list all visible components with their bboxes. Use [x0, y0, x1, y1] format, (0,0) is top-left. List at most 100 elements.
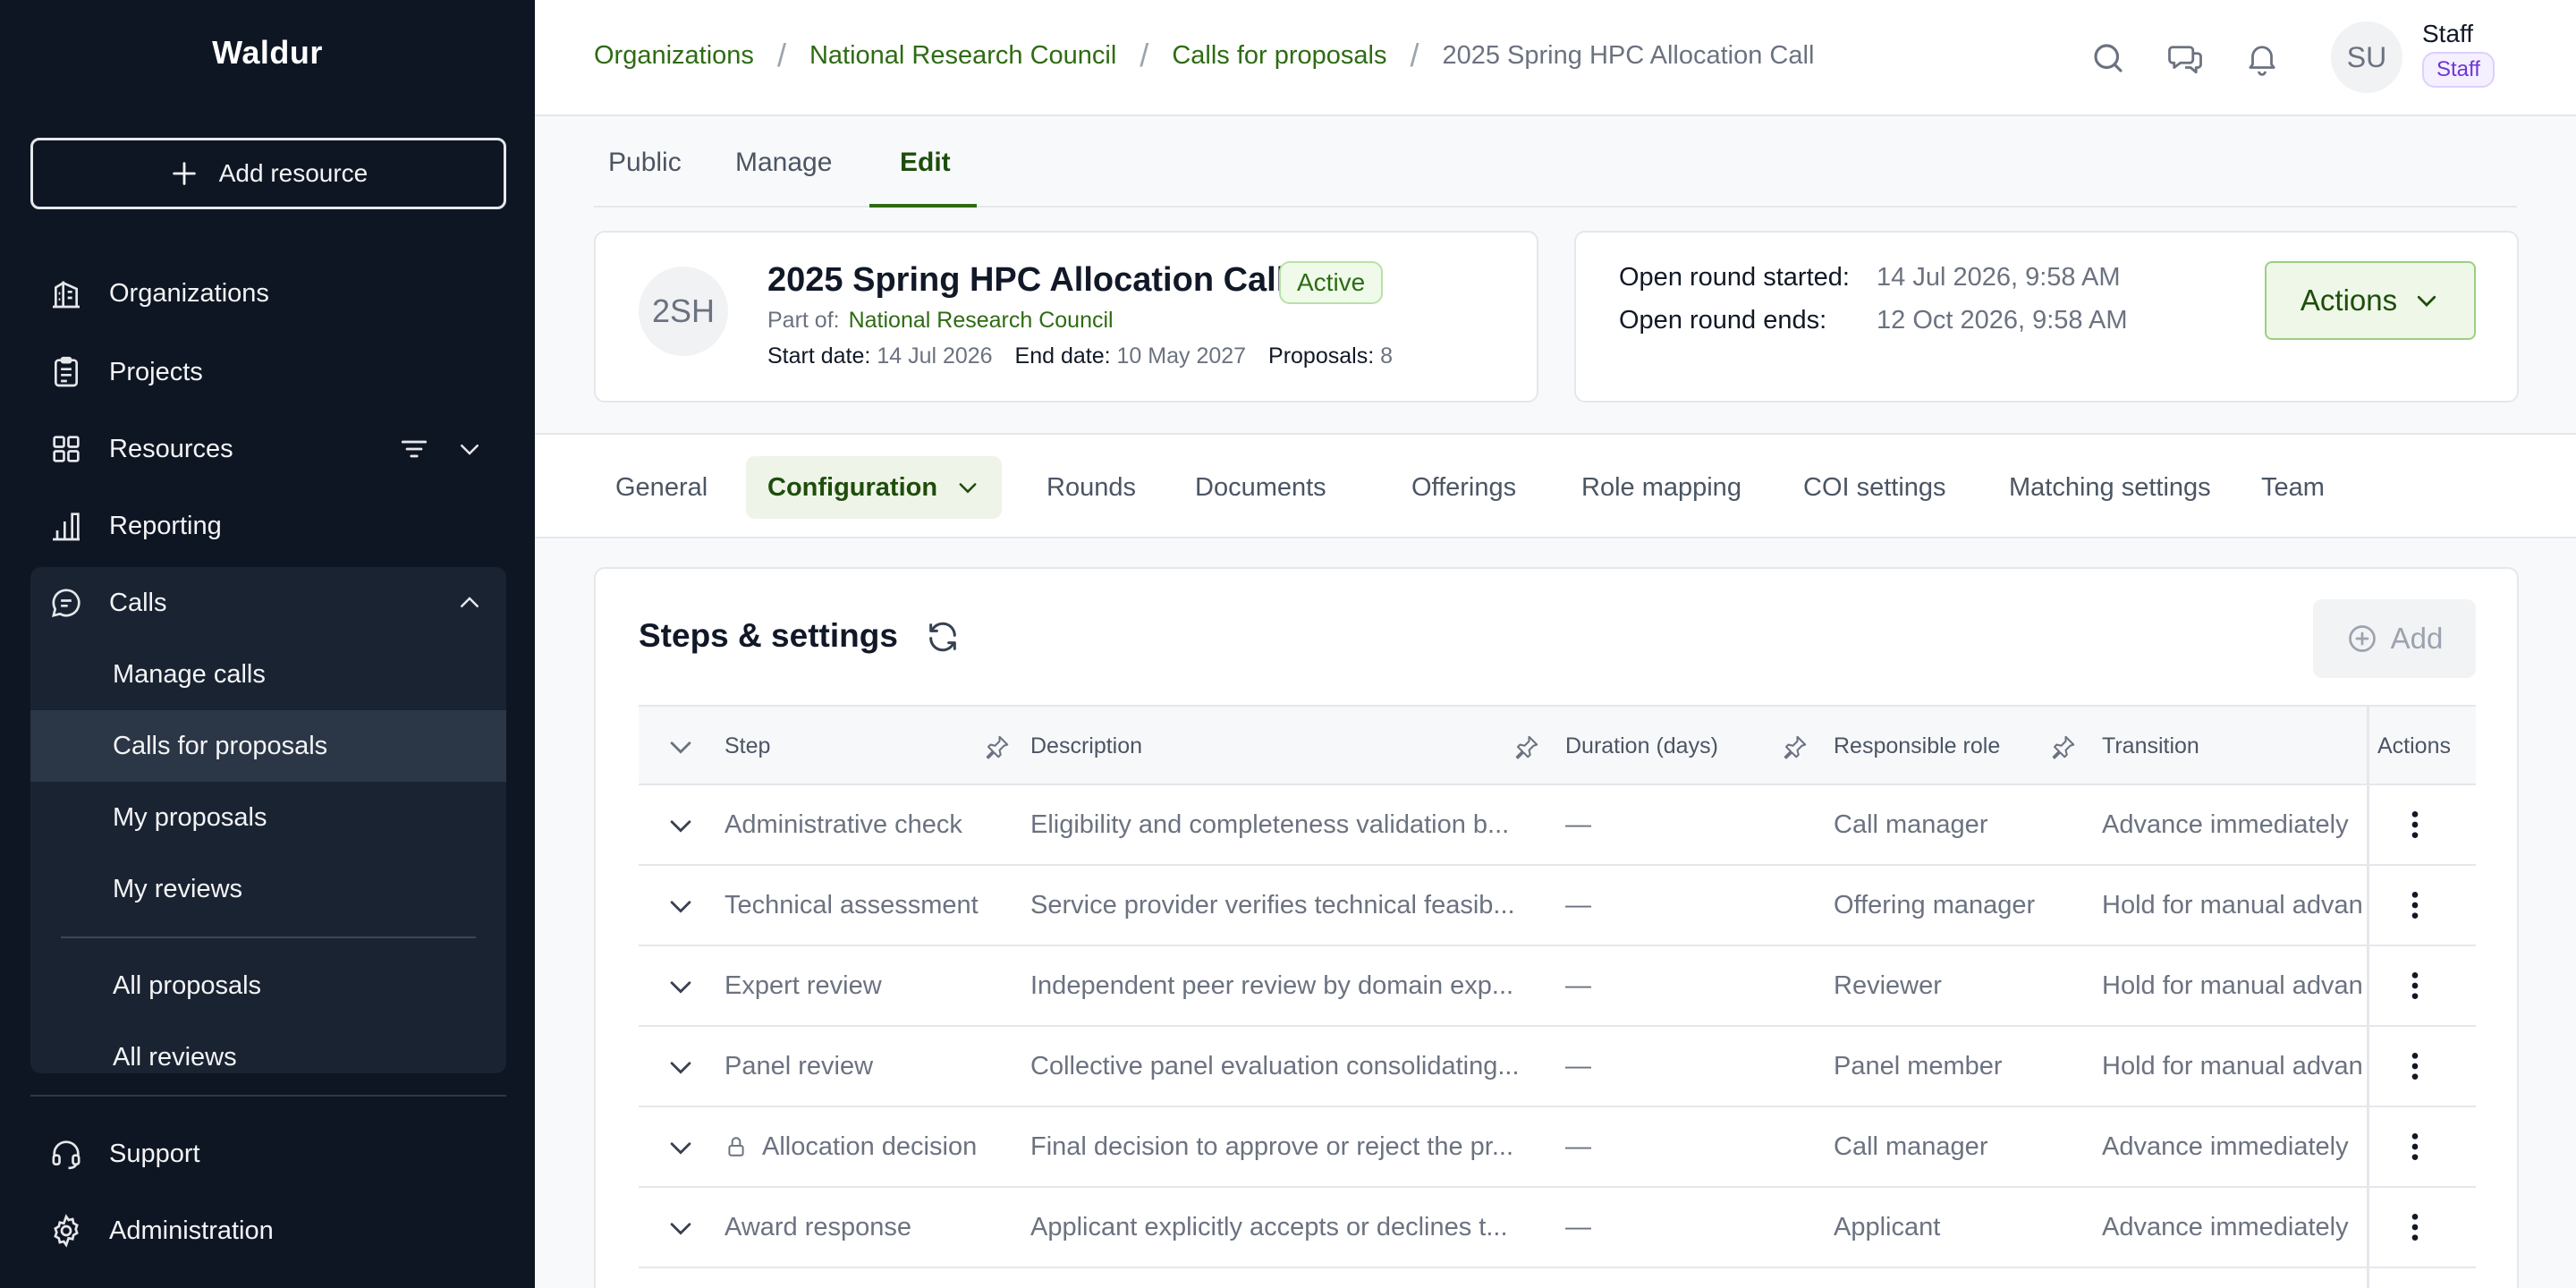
messages-icon[interactable] [2166, 39, 2204, 77]
table-header: Step Description Duration (days) Respons… [639, 705, 2476, 785]
cell-role: Applicant [1834, 1212, 1941, 1241]
expand-row-icon[interactable] [665, 1132, 696, 1163]
sidebar: Waldur Add resource Organizations Projec… [0, 0, 535, 1288]
sidebar-item-label: Administration [109, 1216, 274, 1245]
expand-row-icon[interactable] [665, 891, 696, 921]
more-vertical-icon[interactable] [2397, 968, 2433, 1004]
column-header-step[interactable]: Step [724, 707, 770, 785]
user-name: Staff [2422, 20, 2474, 47]
bell-icon[interactable] [2243, 39, 2281, 77]
sidebar-item-resources[interactable]: Resources [30, 413, 506, 485]
breadcrumb-organization[interactable]: National Research Council [809, 41, 1116, 71]
column-header-description[interactable]: Description [1030, 707, 1142, 785]
sidebar-item-label: Calls [109, 588, 167, 617]
cell-duration: — [1565, 1051, 1591, 1080]
more-vertical-icon[interactable] [2397, 1209, 2433, 1245]
sidebar-subitem-my-reviews[interactable]: My reviews [30, 853, 506, 925]
tab-matching-settings[interactable]: Matching settings [1987, 456, 2233, 519]
expand-row-icon[interactable] [665, 810, 696, 841]
tab-configuration[interactable]: Configuration [746, 456, 1003, 519]
sidebar-item-label: Support [109, 1139, 200, 1168]
column-header-actions: Actions [2377, 733, 2451, 758]
cell-description: Applicant explicitly accepts or declines… [1030, 1212, 1508, 1241]
more-vertical-icon[interactable] [2397, 1129, 2433, 1165]
sidebar-item-calls[interactable]: Calls [30, 567, 506, 639]
search-icon[interactable] [2089, 39, 2127, 77]
tab-coi-settings[interactable]: COI settings [1782, 456, 1968, 519]
cell-step-text: Allocation decision [762, 1131, 978, 1161]
cell-transition: Hold for manual advance [2102, 890, 2363, 919]
tab-general[interactable]: General [594, 456, 729, 519]
more-vertical-icon[interactable] [2397, 887, 2433, 923]
expand-all-icon[interactable] [665, 732, 696, 762]
breadcrumb-calls[interactable]: Calls for proposals [1172, 41, 1386, 71]
tab-rounds[interactable]: Rounds [1025, 456, 1157, 519]
chevron-up-icon[interactable] [456, 589, 483, 616]
round-ends-value: 12 Oct 2026, 9:58 AM [1877, 306, 2128, 335]
tab-manage[interactable]: Manage [735, 118, 832, 208]
cell-role: Call manager [1834, 1131, 1988, 1161]
call-parent: Part of: National Research Council [767, 308, 1114, 334]
tab-offerings[interactable]: Offerings [1390, 456, 1538, 519]
part-of-link[interactable]: National Research Council [849, 308, 1114, 333]
cell-transition: Advance immediately [2102, 809, 2349, 839]
sidebar-subitem-calls-for-proposals[interactable]: Calls for proposals [30, 710, 506, 782]
sidebar-item-support[interactable]: Support [30, 1118, 506, 1190]
more-vertical-icon[interactable] [2397, 807, 2433, 843]
call-avatar: 2SH [639, 267, 728, 356]
tab-team[interactable]: Team [2240, 456, 2346, 519]
sidebar-subitem-my-proposals[interactable]: My proposals [30, 782, 506, 853]
sidebar-item-administration[interactable]: Administration [30, 1195, 506, 1267]
lock-icon [728, 1137, 744, 1157]
part-of-label: Part of: [767, 308, 840, 333]
cell-description: Service provider verifies technical feas… [1030, 890, 1515, 919]
chevron-down-icon [2417, 295, 2436, 307]
tab-documents[interactable]: Documents [1174, 456, 1348, 519]
sidebar-subitem-manage-calls[interactable]: Manage calls [30, 639, 506, 710]
status-badge: Active [1279, 261, 1384, 304]
actions-button[interactable]: Actions [2265, 261, 2476, 340]
column-header-duration[interactable]: Duration (days) [1565, 707, 1718, 785]
table-row: Allocation decision Final decision to ap… [639, 1107, 2476, 1188]
refresh-icon[interactable] [925, 619, 961, 655]
tab-edit[interactable]: Edit [900, 118, 951, 208]
sidebar-divider [30, 1095, 506, 1097]
pin-icon[interactable] [1782, 733, 1809, 760]
section-tabs: General Configuration Rounds Documents O… [535, 433, 2576, 538]
filter-icon[interactable] [397, 432, 431, 466]
tab-public[interactable]: Public [608, 118, 682, 208]
pin-icon[interactable] [1513, 733, 1540, 760]
cell-duration: — [1565, 890, 1591, 919]
sidebar-item-organizations[interactable]: Organizations [30, 258, 506, 329]
breadcrumb-current: 2025 Spring HPC Allocation Call [1442, 40, 1815, 70]
cell-transition: Advance immediately [2102, 1212, 2349, 1241]
sidebar-subitem-all-proposals[interactable]: All proposals [30, 950, 506, 1021]
tab-role-mapping[interactable]: Role mapping [1560, 456, 1763, 519]
pin-icon[interactable] [984, 733, 1011, 760]
add-resource-button[interactable]: Add resource [30, 138, 506, 209]
sidebar-item-projects[interactable]: Projects [30, 336, 506, 408]
sidebar-item-label: Resources [109, 434, 233, 463]
call-dates: Start date: 14 Jul 2026 End date: 10 May… [767, 343, 1393, 369]
chevron-down-icon[interactable] [456, 436, 483, 462]
more-vertical-icon[interactable] [2397, 1048, 2433, 1084]
expand-row-icon[interactable] [665, 971, 696, 1002]
sidebar-item-reporting[interactable]: Reporting [30, 490, 506, 562]
pin-icon[interactable] [2050, 733, 2077, 760]
sidebar-subitem-all-reviews[interactable]: All reviews [30, 1021, 506, 1073]
column-header-responsible-role[interactable]: Responsible role [1834, 707, 2000, 785]
user-role-badge: Staff [2422, 52, 2495, 88]
brand-logo: Waldur [212, 34, 323, 71]
round-card: Open round started: 14 Jul 2026, 9:58 AM… [1574, 231, 2519, 402]
column-header-transition[interactable]: Transition [2102, 707, 2199, 785]
add-step-button[interactable]: Add [2313, 599, 2476, 678]
sidebar-item-label: Organizations [109, 278, 269, 308]
cell-description: Final decision to approve or reject the … [1030, 1131, 1514, 1161]
breadcrumb-separator: / [776, 37, 786, 73]
breadcrumb-organizations[interactable]: Organizations [594, 41, 754, 71]
expand-row-icon[interactable] [665, 1213, 696, 1243]
table-row: Expert review Independent peer review by… [639, 946, 2476, 1027]
cell-role: Call manager [1834, 809, 1988, 839]
avatar[interactable]: SU [2331, 21, 2402, 93]
expand-row-icon[interactable] [665, 1052, 696, 1082]
